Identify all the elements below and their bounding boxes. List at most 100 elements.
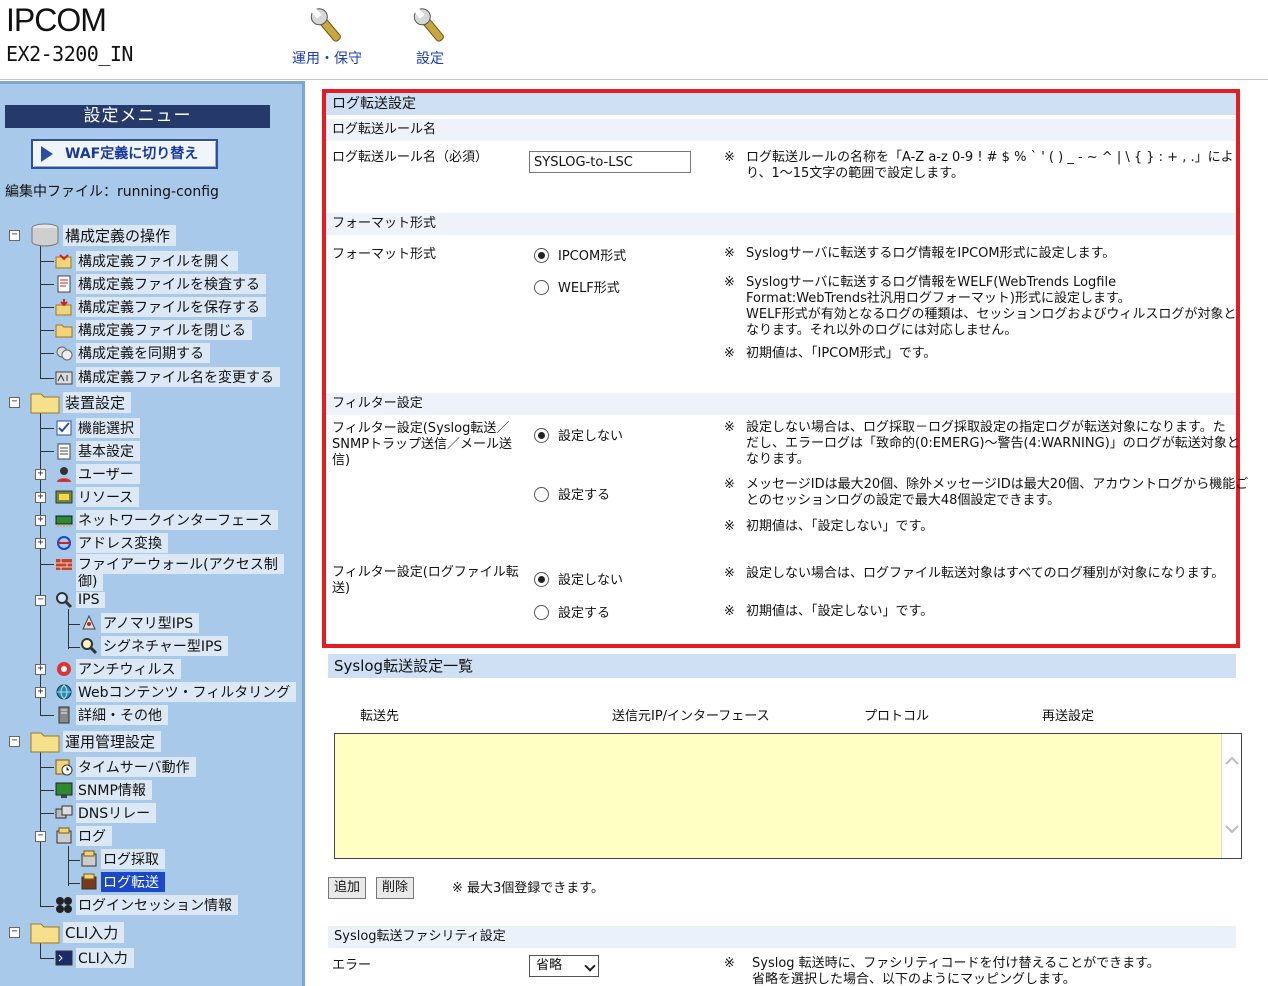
tree-item-log-collect[interactable]: ログ採取 <box>80 849 165 869</box>
tree-item-signature-ips[interactable]: シグネチャー型IPS <box>80 636 229 656</box>
expand-toggle[interactable]: + <box>35 492 46 503</box>
tree-item-check-config[interactable]: 構成定義ファイルを検査する <box>55 274 266 294</box>
filter-syslog-set-label: 設定する <box>558 488 611 503</box>
rule-name-note: ※ ログ転送ルールの名称を「A-Z a-z 0-9 ! # $ % ` ' ( … <box>724 150 1234 181</box>
filter-syslog-set-radio[interactable] <box>534 487 549 502</box>
tree-item-rename-config[interactable]: 構成定義ファイル名を変更する <box>55 367 280 387</box>
tree-item-basic-settings[interactable]: 基本設定 <box>55 441 140 461</box>
tree-item-label: ログインセッション情報 <box>76 895 238 915</box>
tree-item-time-server[interactable]: タイムサーバ動作 <box>55 757 196 777</box>
tree-line <box>40 428 54 429</box>
expand-toggle[interactable]: + <box>35 515 46 526</box>
delete-button[interactable]: 削除 <box>376 877 415 899</box>
format-welf-radio[interactable] <box>534 280 549 295</box>
collapse-toggle[interactable]: − <box>35 831 46 842</box>
settings-menu-title: 設定メニュー <box>5 105 270 128</box>
tree-line <box>40 767 54 768</box>
tree-line <box>40 244 41 379</box>
tree-group-cli-input[interactable]: CLI入力 <box>30 921 125 944</box>
facility-note: ※ Syslog 転送時に、ファシリティコードを付け替えることができます。 省略… <box>724 956 1160 986</box>
antivirus-icon <box>57 662 71 676</box>
tree-item-save-config[interactable]: 構成定義ファイルを保存する <box>55 297 266 317</box>
tree-item-sync-config[interactable]: 構成定義を同期する <box>55 343 210 363</box>
tree-item-web-filtering[interactable]: Webコンテンツ・フィルタリング <box>55 682 297 702</box>
collapse-toggle[interactable]: − <box>9 927 20 938</box>
tree-group-device-settings[interactable]: 装置設定 <box>30 391 132 414</box>
column-retransmit: 再送設定 <box>1042 709 1095 724</box>
switch-to-waf-button[interactable]: WAF定義に切り替え <box>31 139 218 169</box>
tree-item-snmp[interactable]: SNMP情報 <box>55 780 152 800</box>
settings-tool[interactable]: 設定 <box>405 4 455 68</box>
rule-name-section: ログ転送ルール名 <box>326 119 1236 141</box>
tree-item-antivirus[interactable]: アンチウィルス <box>55 659 182 679</box>
collapse-toggle[interactable]: − <box>9 230 20 241</box>
clock-icon <box>55 759 73 776</box>
log-transfer-settings-title: ログ転送設定 <box>326 93 1236 115</box>
filter-logfile-set-radio[interactable] <box>534 605 549 620</box>
rule-name-input[interactable] <box>529 151 691 173</box>
filter-syslog-note-b: ※ メッセージIDは最大20個、除外メッセージIDは最大20個、アカウントログか… <box>724 477 1249 508</box>
tree-item-label: 構成定義ファイルを閉じる <box>76 320 252 340</box>
tree-item-login-session[interactable]: ログインセッション情報 <box>55 895 238 915</box>
error-facility-select[interactable]: 省略 <box>529 955 599 977</box>
log-icon <box>56 827 72 844</box>
tree-group-label: CLI入力 <box>63 921 125 943</box>
magnifier-icon <box>56 592 73 609</box>
session-icon <box>56 897 72 913</box>
tree-item-open-config[interactable]: 構成定義ファイルを開く <box>55 251 238 271</box>
tree-item-anomaly-ips[interactable]: アノマリ型IPS <box>80 613 200 633</box>
tree-item-address-translation[interactable]: アドレス変換 <box>55 533 168 553</box>
tree-item-label: 構成定義ファイルを検査する <box>76 274 266 294</box>
tree-item-resource[interactable]: リソース <box>55 487 140 507</box>
collapse-toggle[interactable]: − <box>35 595 46 606</box>
terminal-icon <box>55 950 73 966</box>
folder-icon <box>30 393 60 414</box>
format-welf-note: ※ Syslogサーバに転送するログ情報をWELF(WebTrends Logf… <box>724 275 1237 338</box>
tree-item-close-config[interactable]: 構成定義ファイルを閉じる <box>55 320 252 340</box>
format-ipcom-radio[interactable] <box>534 248 549 263</box>
product-logo: IPCOM <box>6 2 107 38</box>
tree-item-function-select[interactable]: 機能選択 <box>55 418 140 438</box>
list-scrollbar[interactable] <box>1221 734 1241 858</box>
tree-item-label: ログ転送 <box>101 872 165 892</box>
expand-toggle[interactable]: + <box>35 687 46 698</box>
tree-item-log-transfer[interactable]: ログ転送 <box>80 872 165 892</box>
expand-toggle[interactable]: + <box>35 538 46 549</box>
filter-syslog-label: フィルター設定(Syslog転送／ SNMPトラップ送信／メール送 信) <box>332 421 513 468</box>
filter-logfile-note-b: ※ 初期値は、「設定しない」です。 <box>724 604 934 619</box>
tree-item-details[interactable]: 詳細・その他 <box>55 705 168 725</box>
tree-item-user[interactable]: ユーザー <box>55 464 140 484</box>
tree-item-ips[interactable]: IPS <box>55 590 106 610</box>
filter-logfile-none-radio[interactable] <box>534 572 549 587</box>
tree-item-label: ログ採取 <box>101 849 165 869</box>
chevron-down-icon <box>584 960 596 972</box>
expand-toggle[interactable]: + <box>35 469 46 480</box>
tree-line <box>40 451 54 452</box>
expand-toggle[interactable]: + <box>35 664 46 675</box>
add-button[interactable]: 追加 <box>328 877 367 899</box>
tree-item-firewall-cont: 御) <box>76 571 104 591</box>
signature-icon <box>81 638 98 655</box>
format-welf-label: WELF形式 <box>558 281 620 296</box>
collapse-toggle[interactable]: − <box>9 397 20 408</box>
rename-icon <box>55 371 73 385</box>
tree-group-operation-management[interactable]: 運用管理設定 <box>30 730 162 753</box>
tree-line <box>40 790 54 791</box>
tree-item-network-interface[interactable]: ネットワークインターフェース <box>55 510 279 530</box>
operation-maintenance-tool[interactable]: 運用・保守 <box>290 4 364 68</box>
collapse-toggle[interactable]: − <box>9 736 20 747</box>
syslog-list[interactable] <box>334 733 1242 859</box>
tree-item-cli[interactable]: CLI入力 <box>55 948 134 968</box>
tree-group-config-ops[interactable]: 構成定義の操作 <box>30 223 177 247</box>
resource-icon <box>55 490 73 504</box>
tree-item-dns-relay[interactable]: DNSリレー <box>55 803 157 823</box>
address-translation-icon <box>57 536 71 550</box>
tree-item-log[interactable]: ログ <box>55 826 112 846</box>
tree-item-label: 御) <box>76 571 104 591</box>
sidebar: 設定メニュー WAF定義に切り替え 編集中ファイル：running-config… <box>0 81 305 986</box>
tree-item-label: 構成定義ファイル名を変更する <box>76 367 280 387</box>
format-ipcom-note: ※ Syslogサーバに転送するログ情報をIPCOM形式に設定します。 <box>724 246 1116 261</box>
filter-syslog-none-radio[interactable] <box>534 428 549 443</box>
operation-maintenance-label: 運用・保守 <box>292 51 362 67</box>
document-check-icon <box>57 275 71 293</box>
